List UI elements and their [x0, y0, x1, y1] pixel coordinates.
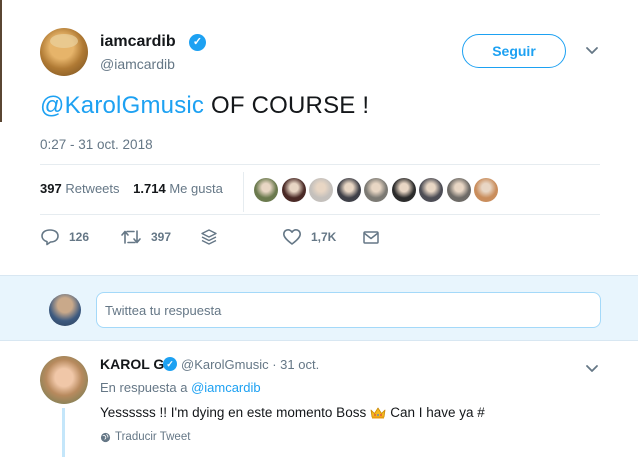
reply-input[interactable]	[96, 292, 601, 328]
reply-author-handle-date[interactable]: @KarolGmusic · 31 oct.	[181, 357, 319, 372]
liker-avatar[interactable]	[419, 178, 443, 202]
follow-button[interactable]: Seguir	[462, 34, 566, 68]
thread-line	[62, 408, 65, 457]
left-edge-strip	[0, 0, 2, 122]
chevron-down-icon[interactable]	[584, 360, 600, 376]
liker-avatar[interactable]	[281, 178, 306, 202]
in-reply-prefix: En respuesta a	[100, 380, 192, 395]
liker-avatar[interactable]	[309, 178, 333, 202]
in-reply-mention-link[interactable]: @iamcardib	[191, 380, 261, 395]
stats-separator	[243, 172, 244, 212]
like-count: 1,7K	[311, 230, 337, 244]
retweet-count: 397	[151, 230, 172, 244]
author-handle[interactable]: @iamcardib	[100, 56, 175, 72]
globe-icon	[100, 432, 111, 442]
likes-label[interactable]: Me gusta	[169, 181, 222, 196]
layers-icon	[201, 229, 217, 245]
reply-count: 126	[69, 230, 90, 244]
liker-avatar[interactable]	[446, 178, 471, 202]
tweet-card: iamcardib ✓ @iamcardib Seguir @KarolGmus…	[0, 0, 638, 275]
likes-count[interactable]: 1.714	[133, 181, 166, 196]
liker-avatar[interactable]	[364, 178, 388, 202]
chevron-down-icon[interactable]	[584, 42, 600, 58]
reply-author-avatar[interactable]	[40, 356, 88, 404]
mail-icon	[363, 231, 379, 244]
share-action[interactable]	[362, 227, 380, 247]
tweet-mention-link[interactable]: @KarolGmusic	[40, 92, 204, 119]
direct-message-action[interactable]	[200, 227, 218, 247]
tweet-stats: 397 Retweets 1.714 Me gusta	[40, 181, 223, 196]
verified-badge-icon: ✓	[163, 357, 177, 371]
reply-action[interactable]: 126	[40, 227, 89, 247]
heart-icon	[283, 229, 301, 245]
liker-avatar[interactable]	[254, 178, 278, 202]
tweet-body: OF COURSE !	[204, 92, 370, 119]
reply-text-after: Can I have ya #	[390, 405, 485, 420]
liker-avatar[interactable]	[391, 178, 416, 202]
author-display-name[interactable]: iamcardib	[100, 33, 176, 51]
reply-icon	[41, 229, 59, 246]
in-reply-to: En respuesta a @iamcardib	[100, 380, 261, 395]
reply-text-before: Yessssss !! I'm dying en este momento Bo…	[100, 405, 367, 420]
current-user-avatar[interactable]	[49, 294, 81, 326]
liker-avatar[interactable]	[474, 178, 498, 202]
author-avatar[interactable]	[40, 28, 88, 76]
translate-tweet-link[interactable]: Traducir Tweet	[100, 431, 190, 443]
retweet-icon	[121, 230, 141, 244]
like-action[interactable]: 1,7K	[282, 227, 336, 247]
crown-emoji-icon	[370, 407, 386, 418]
divider	[40, 164, 600, 165]
liker-avatar[interactable]	[336, 178, 361, 202]
retweets-label[interactable]: Retweets	[65, 181, 119, 196]
retweets-count[interactable]: 397	[40, 181, 62, 196]
divider	[40, 214, 600, 215]
tweet-timestamp[interactable]: 0:27 - 31 oct. 2018	[40, 137, 153, 152]
reply-text: Yessssss !! I'm dying en este momento Bo…	[100, 405, 485, 420]
retweet-action[interactable]: 397	[120, 227, 171, 247]
reply-author-name[interactable]: KAROL G	[100, 356, 164, 372]
translate-label: Traducir Tweet	[115, 431, 191, 443]
tweet-text: @KarolGmusic OF COURSE !	[40, 92, 369, 120]
verified-badge-icon: ✓	[189, 34, 206, 51]
